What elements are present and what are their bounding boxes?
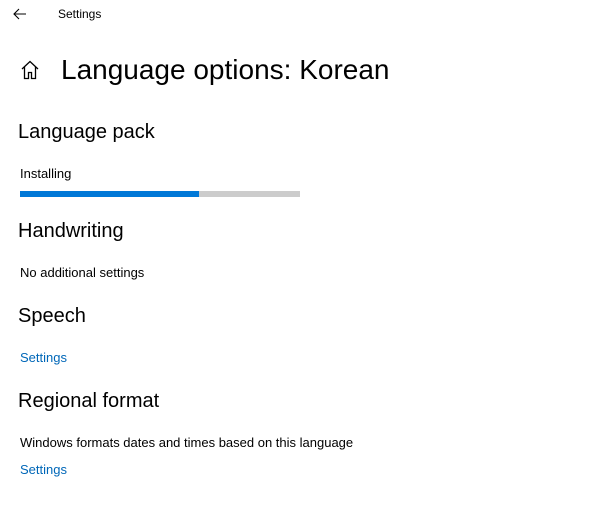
page-header: Language options: Korean [0, 48, 592, 92]
arrow-left-icon [13, 8, 26, 20]
language-pack-heading: Language pack [18, 121, 155, 143]
handwriting-info-text: No additional settings [20, 265, 145, 280]
regional-format-info-text: Windows formats dates and times based on… [20, 435, 354, 450]
page-title: Language options: Korean [61, 54, 390, 85]
speech-heading: Speech [18, 305, 86, 327]
back-button[interactable] [6, 2, 34, 26]
install-progress-fill [20, 191, 200, 197]
install-progress-bar [20, 191, 300, 197]
regional-format-settings-link[interactable]: Settings [20, 461, 67, 479]
title-bar: Settings [0, 0, 592, 28]
install-status-text: Installing [20, 166, 72, 181]
regional-format-heading: Regional format [18, 390, 160, 412]
home-icon[interactable] [19, 59, 41, 81]
speech-settings-link[interactable]: Settings [20, 349, 67, 367]
window-title: Settings [58, 7, 102, 21]
handwriting-heading: Handwriting [18, 220, 124, 242]
